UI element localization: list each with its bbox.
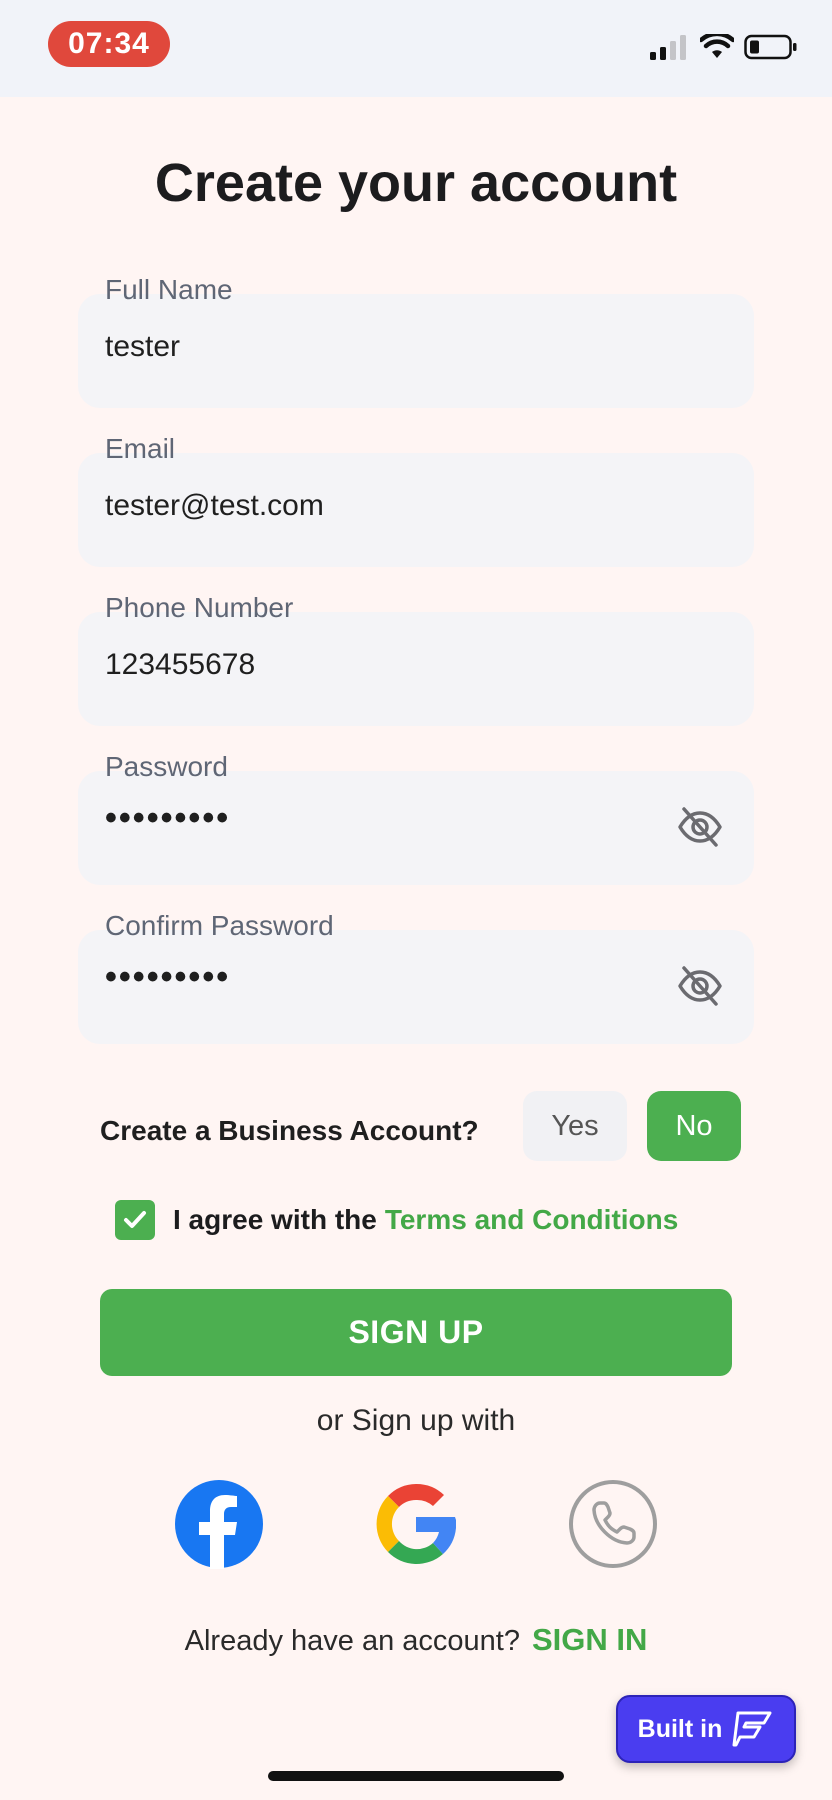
confirm-password-value[interactable]: ••••••••• <box>105 958 230 997</box>
phone-label: Phone Number <box>105 592 294 623</box>
sign-up-button[interactable]: SIGN UP <box>100 1289 732 1376</box>
page-title: Create your account <box>154 153 678 213</box>
email-label: Email <box>105 433 176 464</box>
business-no-button[interactable]: No <box>647 1091 741 1161</box>
home-indicator[interactable] <box>268 1771 564 1781</box>
built-in-badge[interactable]: Built in <box>616 1695 796 1763</box>
phone-value[interactable]: 123455678 <box>105 648 255 682</box>
google-icon[interactable] <box>371 1479 461 1569</box>
wifi-icon <box>700 34 734 58</box>
password-value[interactable]: ••••••••• <box>105 799 230 838</box>
facebook-icon[interactable] <box>174 1479 264 1569</box>
flutterflow-logo-icon <box>732 1711 772 1747</box>
full-name-value[interactable]: tester <box>105 330 180 364</box>
eye-off-icon[interactable] <box>676 962 724 1010</box>
terms-agreement-row: I agree with the Terms and Conditions <box>115 1199 678 1241</box>
status-time: 07:34 <box>48 21 170 67</box>
phone-icon[interactable] <box>568 1479 658 1569</box>
terms-link[interactable]: Terms and Conditions <box>385 1204 679 1236</box>
confirm-password-label: Confirm Password <box>105 910 334 941</box>
status-icons <box>650 34 798 60</box>
check-icon <box>124 1211 146 1228</box>
full-name-label: Full Name <box>105 274 233 305</box>
status-bar: 07:34 <box>0 0 832 97</box>
signal-icon <box>650 35 686 60</box>
sign-in-link[interactable]: SIGN IN <box>532 1622 647 1657</box>
password-label: Password <box>105 751 228 782</box>
email-value[interactable]: tester@test.com <box>105 489 324 523</box>
business-account-label: Create a Business Account? <box>100 1115 479 1146</box>
sign-in-row: Already have an account? SIGN IN <box>0 1622 832 1658</box>
eye-off-icon[interactable] <box>676 803 724 851</box>
or-sign-up-with-text: or Sign up with <box>316 1404 516 1437</box>
business-account-row: Create a Business Account? Yes No <box>100 1091 741 1163</box>
agree-text: I agree with the <box>173 1204 377 1235</box>
built-in-label: Built in <box>637 1714 723 1743</box>
terms-checkbox[interactable] <box>115 1200 155 1240</box>
battery-icon <box>744 34 797 60</box>
business-yes-button[interactable]: Yes <box>523 1091 627 1161</box>
sign-in-prompt: Already have an account? <box>184 1625 520 1657</box>
